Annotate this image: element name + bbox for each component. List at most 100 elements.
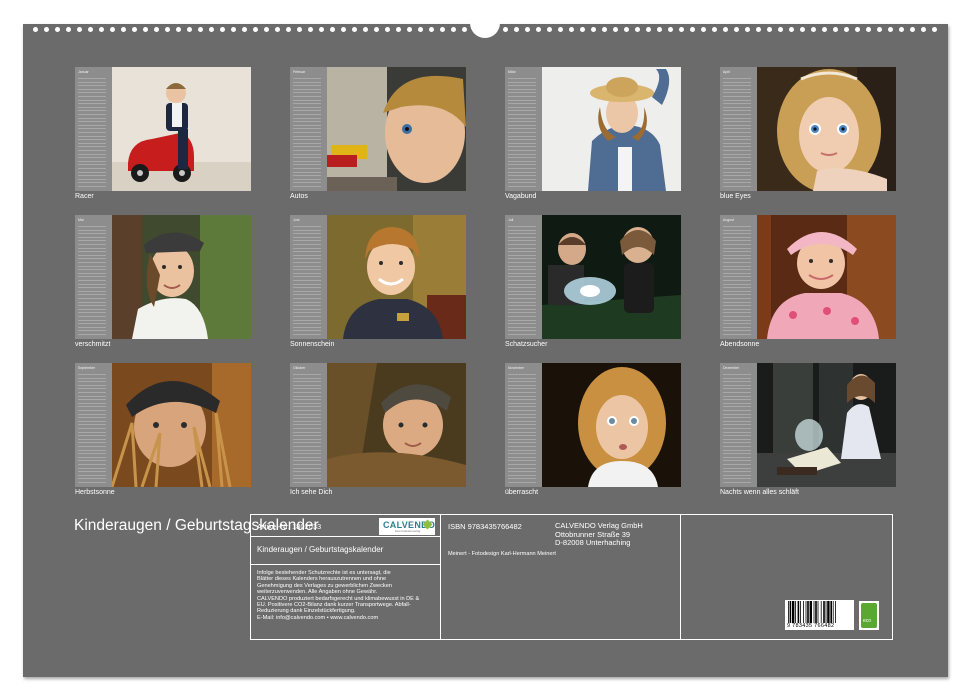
day-line: [293, 150, 321, 151]
binding-hole: [712, 27, 717, 32]
day-line: [723, 478, 751, 480]
day-line: [293, 157, 321, 159]
binding-hole: [866, 27, 871, 32]
day-line: [723, 399, 751, 401]
article-number: Artikel-Nr. 1802033: [257, 522, 322, 531]
day-line: [293, 287, 321, 289]
day-line: [78, 81, 106, 83]
day-line: [78, 467, 106, 469]
day-line: [293, 460, 321, 462]
day-line: [78, 233, 106, 235]
day-line: [293, 424, 321, 426]
day-line: [508, 142, 536, 144]
day-line: [723, 446, 751, 447]
day-line: [508, 453, 536, 455]
day-line: [293, 88, 321, 90]
binding-hole: [778, 27, 783, 32]
binding-hole: [602, 27, 607, 32]
day-line: [723, 474, 751, 476]
day-line: [723, 424, 751, 426]
day-line: [723, 150, 751, 151]
day-line: [78, 464, 106, 465]
day-line: [293, 456, 321, 458]
day-line: [508, 330, 536, 332]
day-line: [508, 114, 536, 115]
barcode-bar: [805, 601, 807, 623]
day-line: [508, 186, 536, 187]
day-line: [508, 262, 536, 263]
day-line: [508, 388, 536, 390]
day-line: [508, 410, 536, 411]
binding-hole: [33, 27, 38, 32]
day-line: [723, 240, 751, 242]
day-line: [293, 81, 321, 83]
binding-hole: [165, 27, 170, 32]
day-line: [508, 399, 536, 401]
month-name: August: [723, 218, 734, 222]
month-name: November: [508, 366, 525, 370]
day-line: [78, 377, 106, 379]
day-line: [508, 428, 536, 429]
day-line: [293, 431, 321, 433]
binding-hole: [833, 27, 838, 32]
binding-hole: [154, 27, 159, 32]
publisher-city: D-82008 Unterhaching: [555, 538, 631, 547]
calendar-strip: Februar: [290, 67, 327, 191]
day-line: [78, 330, 106, 332]
photo-caption: Racer: [75, 193, 94, 200]
day-line: [78, 142, 106, 144]
day-line: [78, 406, 106, 408]
legal-notice: Infolge bestehender Schutzrechte ist es …: [257, 570, 419, 621]
month-photo: [757, 67, 896, 191]
day-line: [508, 287, 536, 289]
month-tile-oktober: Oktober Ich sehe Dich: [290, 363, 466, 505]
day-line: [723, 178, 751, 180]
barcode-bar: [827, 601, 830, 623]
day-line: [293, 438, 321, 440]
day-line: [723, 121, 751, 123]
photo-caption: Nachts wenn alles schläft: [720, 489, 799, 496]
day-line: [723, 186, 751, 187]
day-line: [723, 312, 751, 314]
day-line: [723, 236, 751, 238]
day-line: [723, 464, 751, 465]
day-line: [78, 121, 106, 123]
day-line: [508, 99, 536, 101]
photo-caption: überrascht: [505, 489, 539, 496]
month-tile-november: November überrascht: [505, 363, 681, 505]
day-line: [293, 467, 321, 469]
day-line: [293, 142, 321, 144]
month-photo: [542, 67, 681, 191]
month-tile-dezember: Dezember Nachts wenn alles schläft: [720, 363, 896, 505]
day-line: [78, 78, 106, 79]
day-line: [293, 402, 321, 404]
day-line: [508, 117, 536, 119]
day-line: [723, 438, 751, 440]
day-line: [78, 262, 106, 263]
binding-hole: [77, 27, 82, 32]
binding-hole: [668, 27, 673, 32]
day-line: [293, 128, 321, 130]
month-tile-januar: Januar Racer: [75, 67, 251, 209]
day-line: [508, 474, 536, 476]
day-line: [78, 186, 106, 187]
day-line: [293, 92, 321, 94]
day-line: [293, 446, 321, 447]
month-photo: [112, 363, 251, 487]
day-line: [723, 287, 751, 289]
day-line: [78, 395, 106, 397]
day-line: [508, 96, 536, 97]
day-line: [293, 262, 321, 263]
day-line: [723, 135, 751, 137]
day-line: [293, 280, 321, 281]
day-line: [508, 417, 536, 419]
day-line: [78, 182, 106, 184]
day-line: [508, 449, 536, 451]
day-line: [293, 160, 321, 162]
day-line: [78, 106, 106, 108]
day-line: [293, 316, 321, 317]
day-line: [723, 88, 751, 90]
day-line: [508, 168, 536, 169]
day-line: [293, 175, 321, 177]
day-line: [508, 160, 536, 162]
